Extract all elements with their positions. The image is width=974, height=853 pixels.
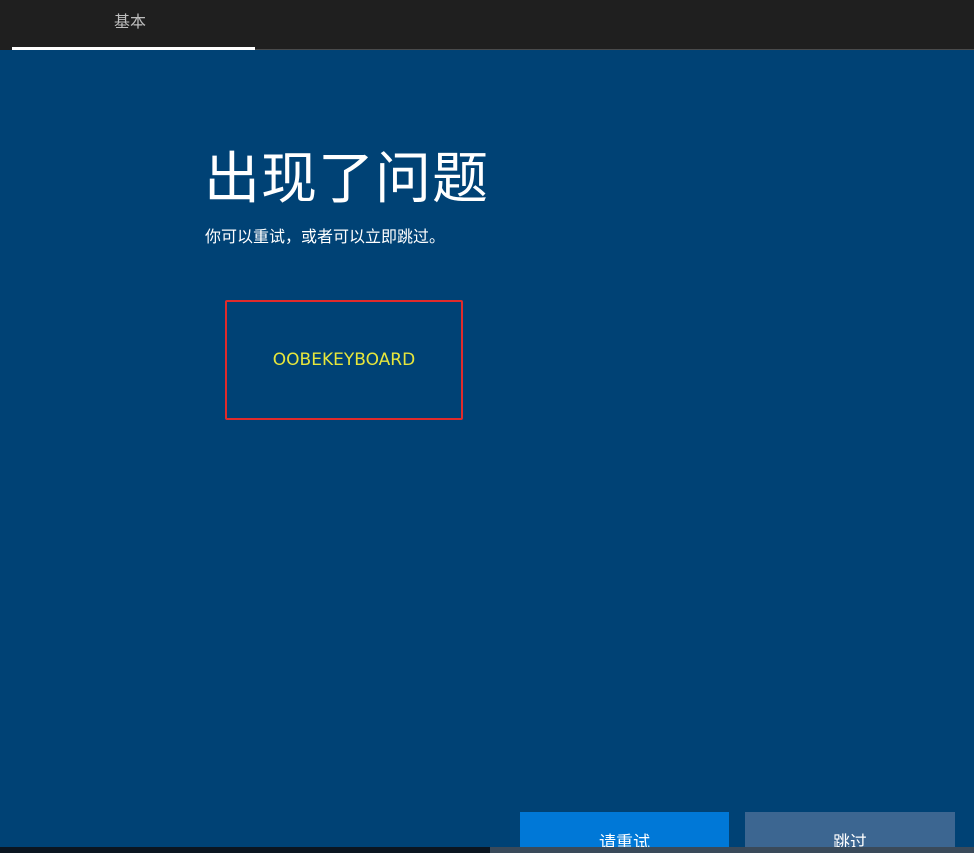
top-navigation-bar: 基本 xyxy=(0,0,974,50)
tab-basics[interactable]: 基本 xyxy=(12,0,255,50)
page-subtitle: 你可以重试，或者可以立即跳过。 xyxy=(205,227,446,246)
tab-basics-label: 基本 xyxy=(114,12,147,31)
error-code-text: OOBEKEYBOARD xyxy=(272,350,416,370)
bottom-edge-strip xyxy=(0,847,974,853)
bottom-strip-left xyxy=(0,847,490,853)
page-title: 出现了问题 xyxy=(204,147,489,212)
bottom-strip-right xyxy=(490,847,974,853)
error-code-box: OOBEKEYBOARD xyxy=(225,300,463,420)
main-content: 出现了问题 你可以重试，或者可以立即跳过。 OOBEKEYBOARD 请重试 跳… xyxy=(0,50,974,853)
